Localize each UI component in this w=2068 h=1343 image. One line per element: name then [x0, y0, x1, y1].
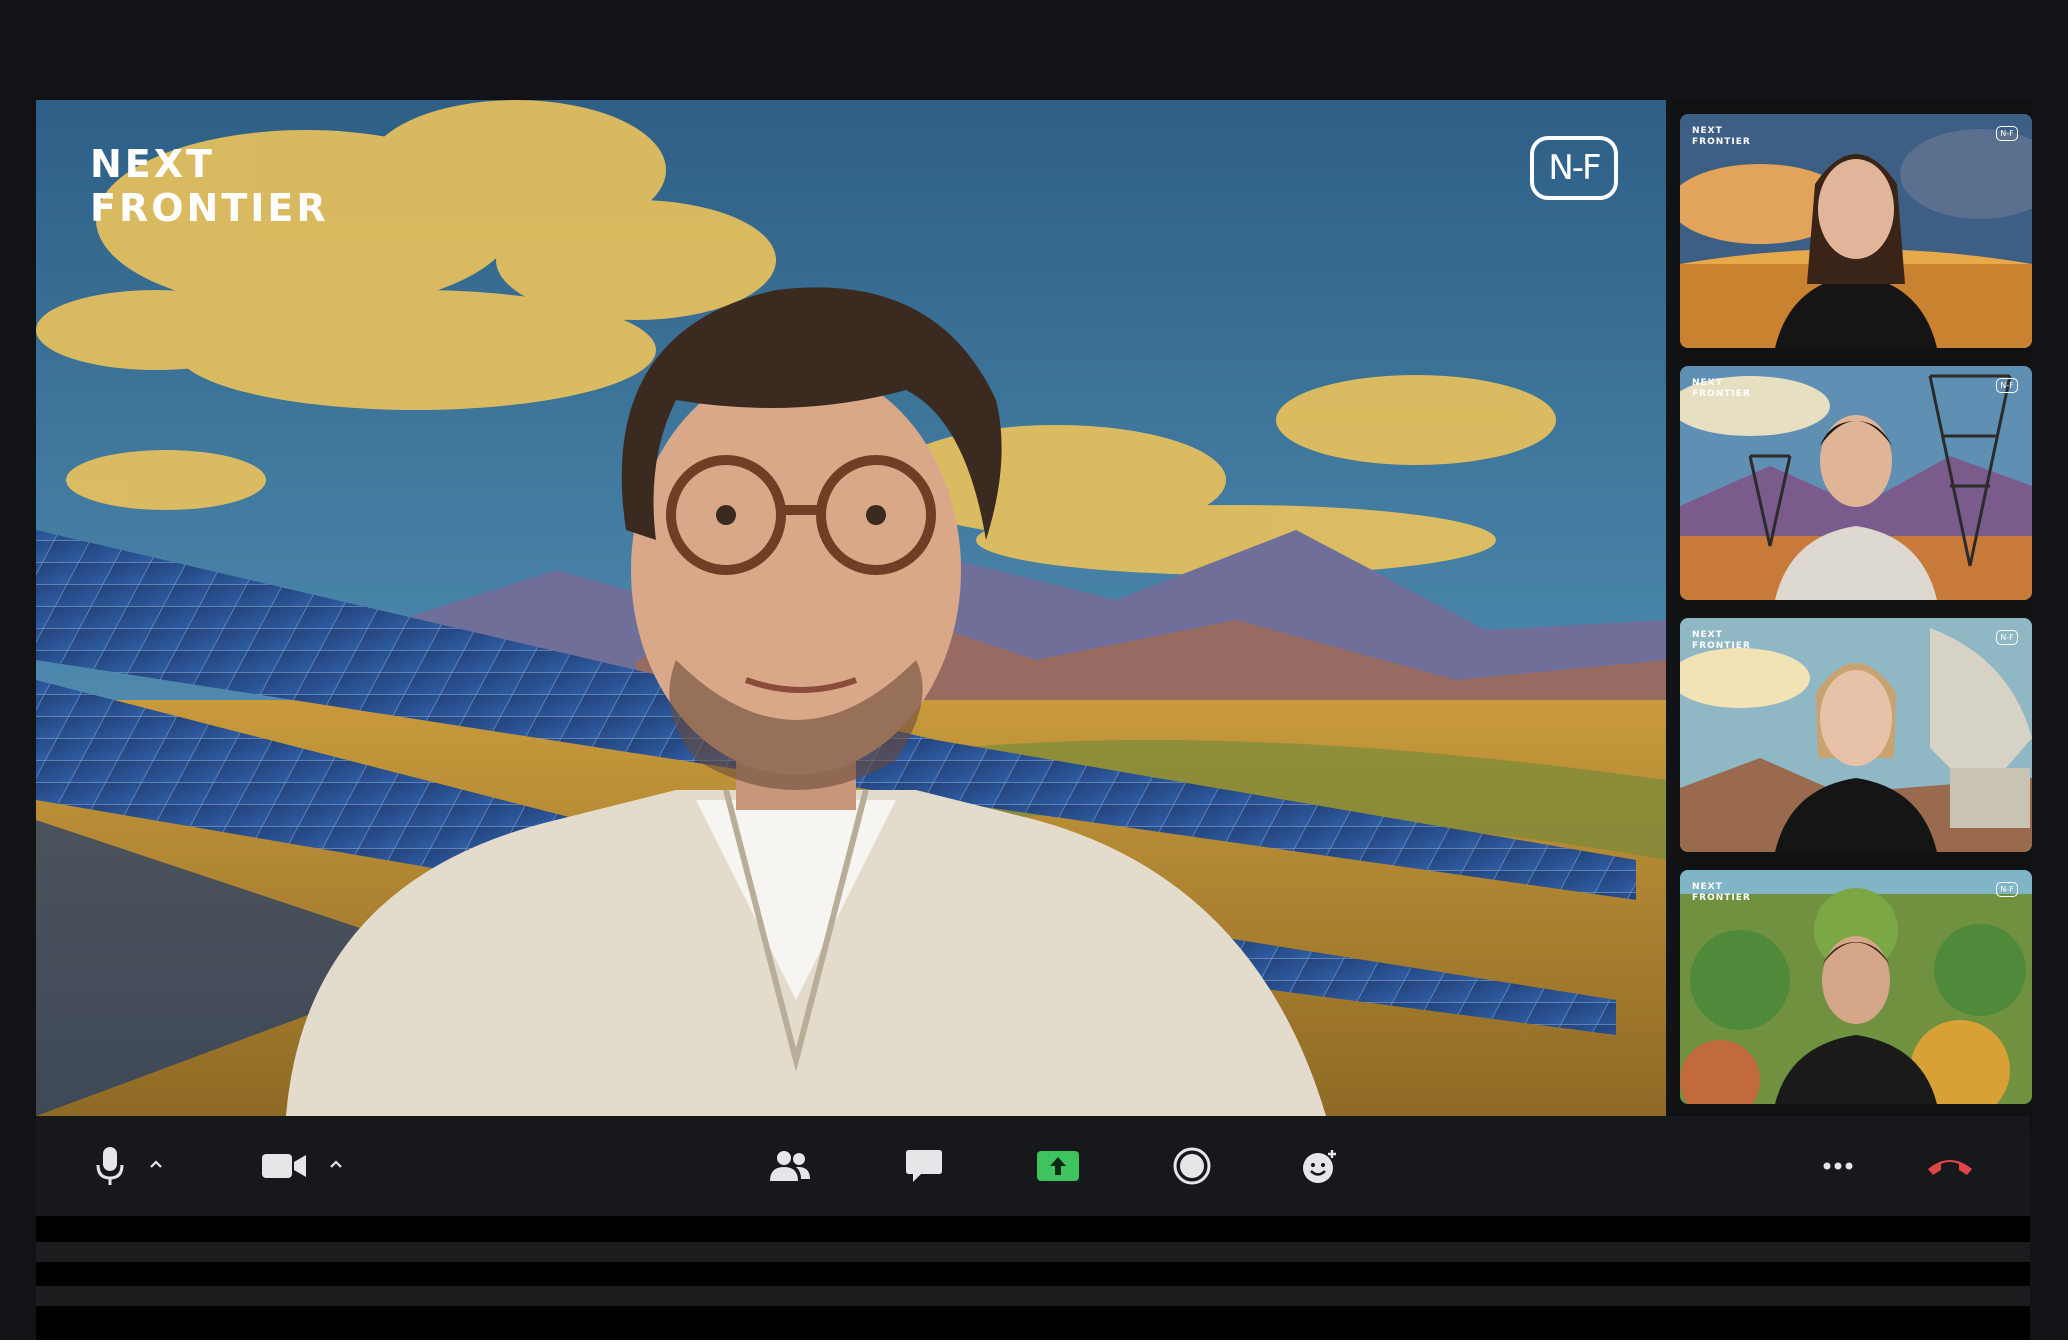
- brand-line-1: NEXT: [90, 142, 215, 186]
- tile-nf-badge: N-F: [1996, 126, 2018, 141]
- divider: [36, 1242, 2030, 1262]
- reactions-icon: [1303, 1150, 1336, 1183]
- tile-brand-text: NEXT FRONTIER: [1692, 630, 1751, 652]
- tile-brand-text: NEXT FRONTIER: [1692, 882, 1751, 904]
- tile-brand-line-2: FRONTIER: [1692, 137, 1751, 147]
- reactions-button[interactable]: [1298, 1140, 1342, 1192]
- participant-video: [1680, 870, 2032, 1104]
- participant-tile[interactable]: NEXT FRONTIER N-F: [1680, 114, 2032, 348]
- chat-button[interactable]: [902, 1140, 946, 1192]
- tile-nf-badge: N-F: [1996, 630, 2018, 645]
- participants-button[interactable]: [766, 1140, 814, 1192]
- more-options-button[interactable]: [1818, 1140, 1858, 1192]
- participant-video: [1680, 618, 2032, 852]
- tile-brand-line-2: FRONTIER: [1692, 389, 1751, 399]
- record-button[interactable]: [1170, 1140, 1214, 1192]
- microphone-options-button[interactable]: [146, 1152, 166, 1176]
- tile-brand-text: NEXT FRONTIER: [1692, 378, 1751, 400]
- main-video-background: [36, 100, 1666, 1116]
- video-camera-icon: [262, 1154, 306, 1178]
- microphone-icon: [96, 1147, 124, 1185]
- record-icon: [1173, 1147, 1211, 1185]
- leave-call-icon: [1928, 1160, 1972, 1175]
- divider: [36, 1286, 2030, 1306]
- tile-brand-line-1: NEXT: [1692, 882, 1723, 892]
- share-screen-icon: [1037, 1151, 1079, 1181]
- meeting-toolbar: [36, 1116, 2030, 1216]
- chat-icon: [906, 1150, 942, 1182]
- share-screen-button[interactable]: [1036, 1140, 1080, 1192]
- participant-tile[interactable]: NEXT FRONTIER N-F: [1680, 366, 2032, 600]
- camera-button[interactable]: [260, 1140, 308, 1192]
- tile-brand-line-1: NEXT: [1692, 126, 1723, 136]
- tile-nf-badge: N-F: [1996, 882, 2018, 897]
- participant-tile[interactable]: NEXT FRONTIER N-F: [1680, 870, 2032, 1104]
- nf-logo-badge: N-F: [1530, 136, 1618, 200]
- tile-nf-badge: N-F: [1996, 378, 2018, 393]
- brand-line-2: FRONTIER: [90, 186, 329, 230]
- brand-logo-text: NEXT FRONTIER: [90, 142, 329, 230]
- camera-options-button[interactable]: [326, 1152, 346, 1176]
- participant-tile[interactable]: NEXT FRONTIER N-F: [1680, 618, 2032, 852]
- chevron-up-icon: [330, 1160, 342, 1168]
- tile-brand-line-1: NEXT: [1692, 378, 1723, 388]
- main-video-feed[interactable]: NEXT FRONTIER N-F: [36, 100, 1666, 1116]
- more-icon: [1823, 1162, 1853, 1170]
- participant-video: [1680, 114, 2032, 348]
- chevron-up-icon: [150, 1160, 162, 1168]
- participants-sidebar: NEXT FRONTIER N-F NEXT FRONTIER N-F NEXT…: [1672, 100, 2032, 1130]
- tile-brand-text: NEXT FRONTIER: [1692, 126, 1751, 148]
- tile-brand-line-1: NEXT: [1692, 630, 1723, 640]
- leave-call-button[interactable]: [1922, 1140, 1978, 1192]
- tile-brand-line-2: FRONTIER: [1692, 641, 1751, 651]
- participants-icon: [770, 1151, 810, 1181]
- microphone-button[interactable]: [90, 1140, 130, 1192]
- participant-video: [1680, 366, 2032, 600]
- tile-brand-line-2: FRONTIER: [1692, 893, 1751, 903]
- bottom-bar-area: [36, 1216, 2030, 1340]
